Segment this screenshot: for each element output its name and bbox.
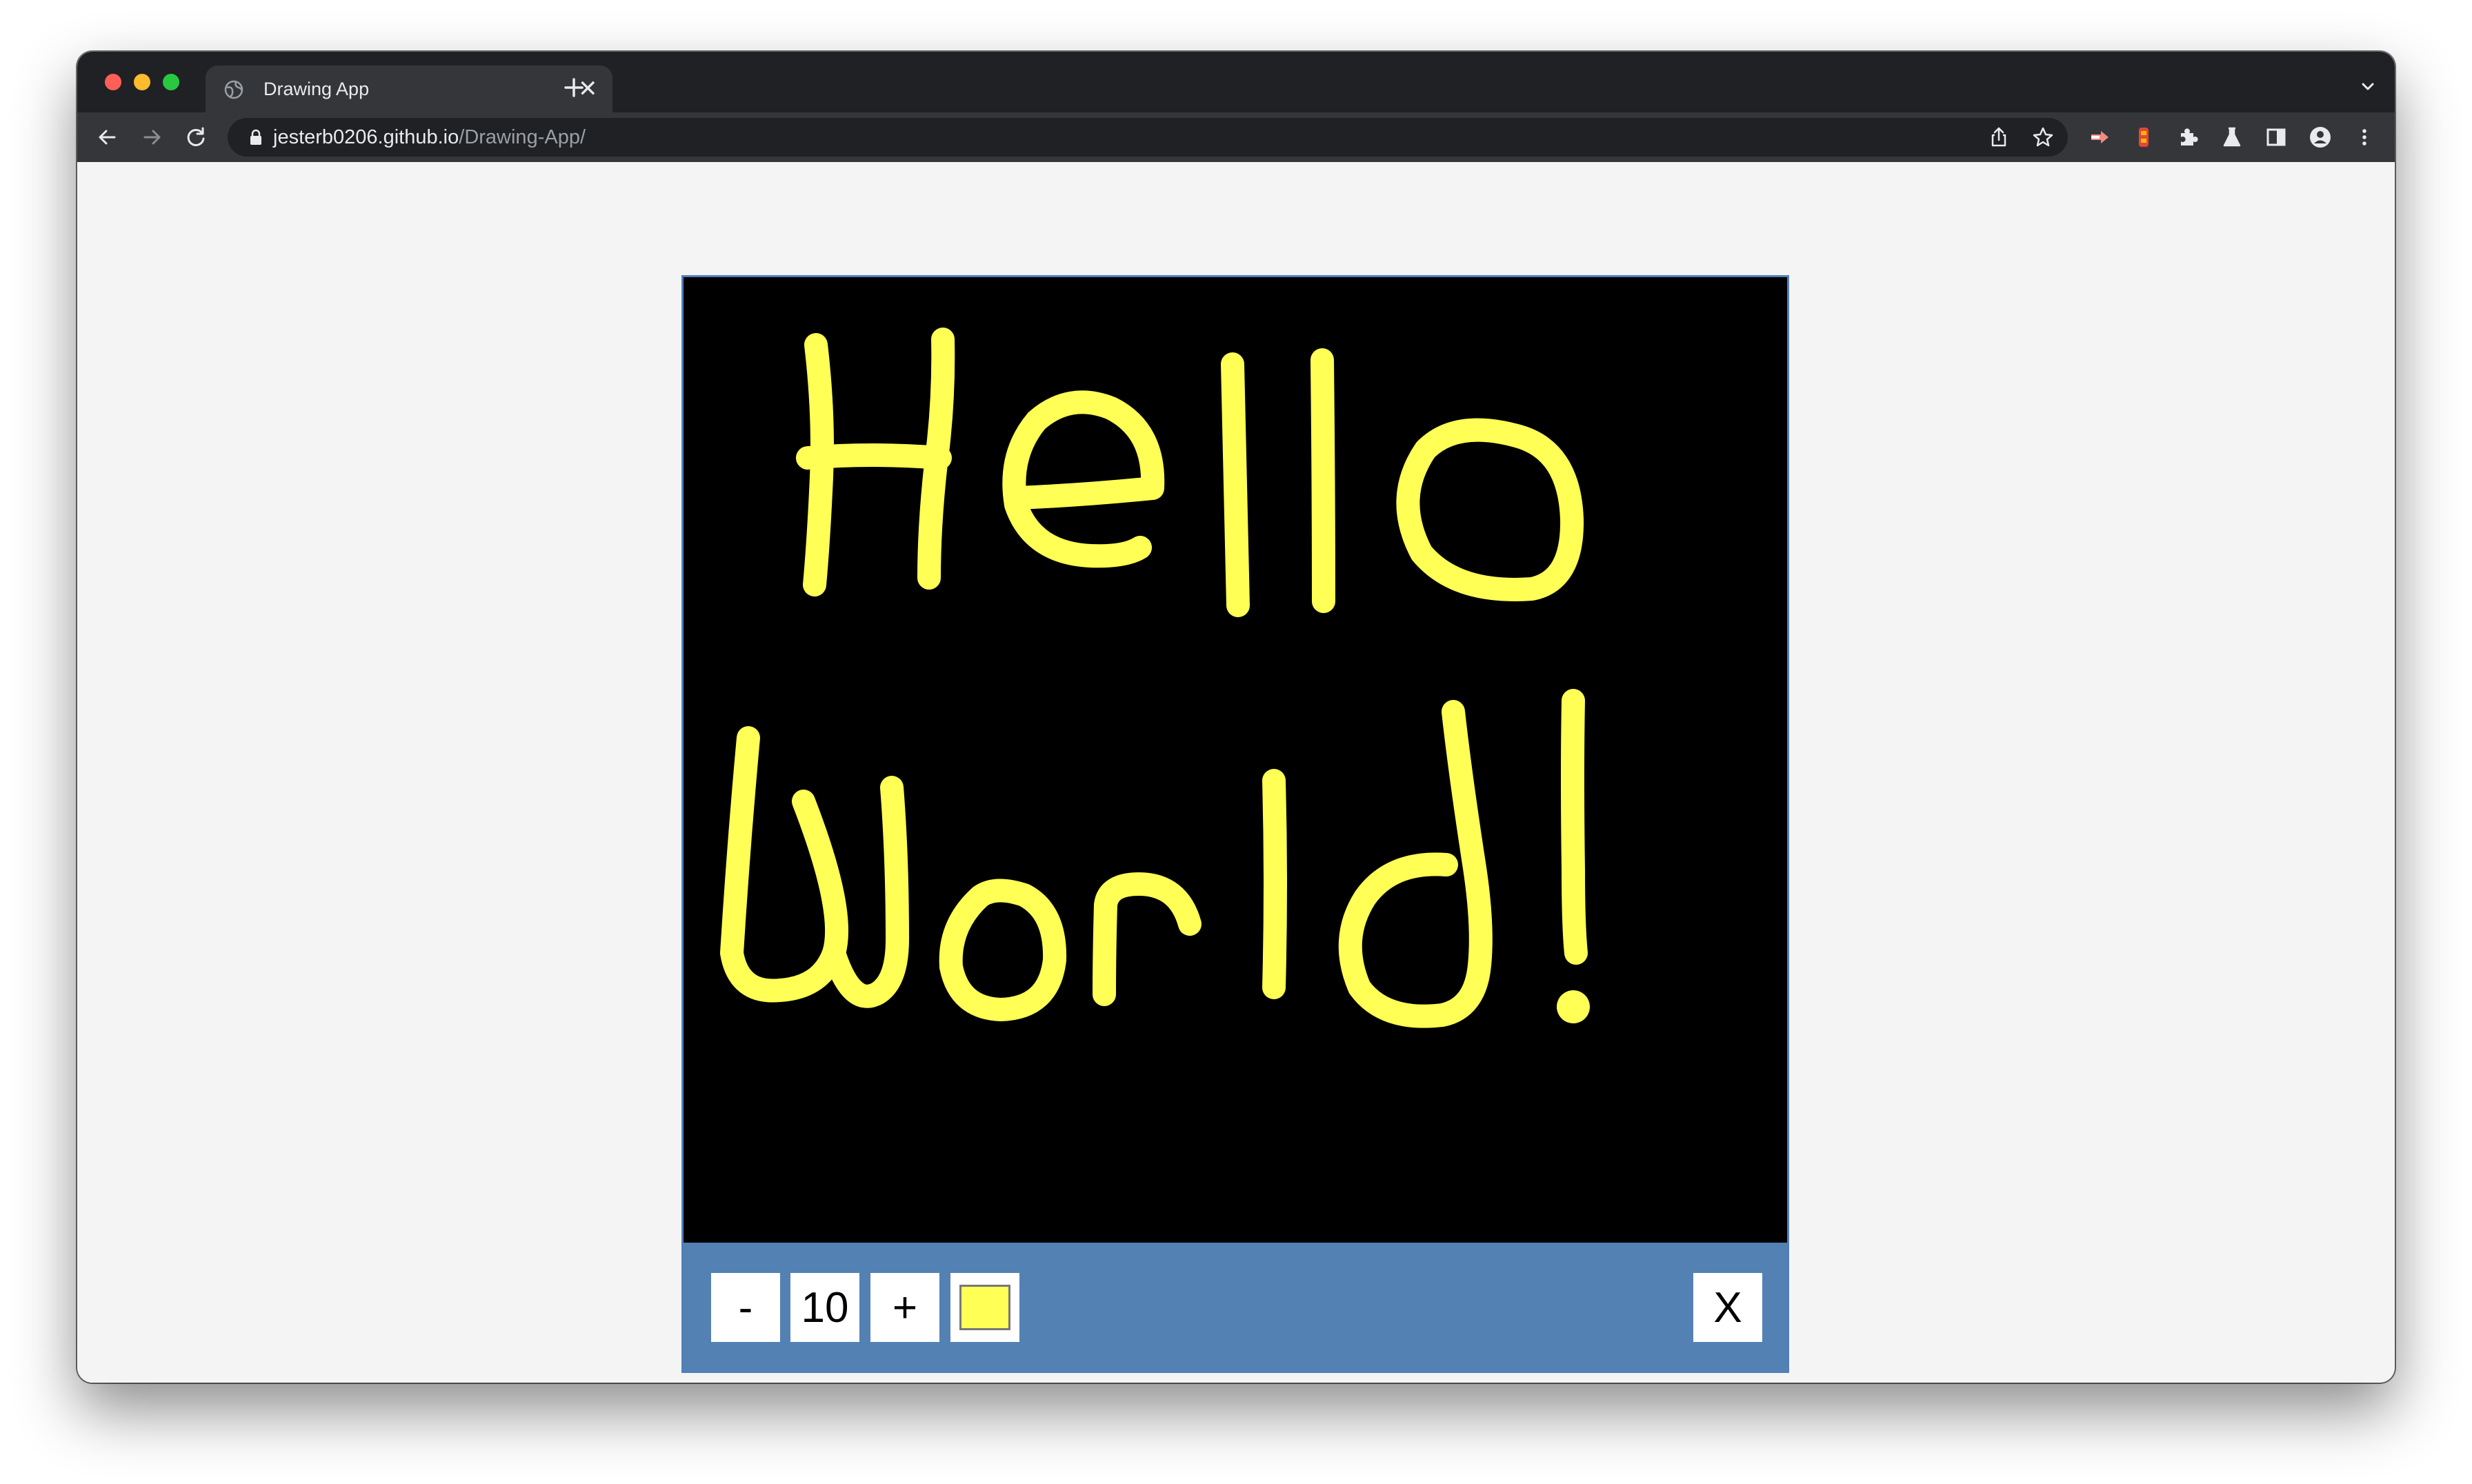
flask-icon[interactable] xyxy=(2220,125,2244,150)
window-minimize-button[interactable] xyxy=(134,74,150,90)
plus-icon[interactable] xyxy=(553,67,595,108)
sidebar-icon[interactable] xyxy=(2264,125,2289,150)
tab-strip: Drawing App ✕ xyxy=(77,52,2395,112)
window-close-button[interactable] xyxy=(105,74,121,90)
extension-icon[interactable] xyxy=(2131,125,2156,150)
url-host: jesterb0206.github.io xyxy=(273,126,459,148)
lock-icon[interactable] xyxy=(247,128,265,147)
decrease-size-button[interactable]: - xyxy=(711,1273,780,1342)
puzzle-icon[interactable] xyxy=(2175,125,2200,150)
url-path: /Drawing-App/ xyxy=(459,126,586,148)
color-swatch xyxy=(959,1285,1010,1330)
forward-arrow-icon[interactable] xyxy=(139,125,164,150)
brush-size-value: 10 xyxy=(790,1273,859,1342)
drawing-canvas[interactable] xyxy=(684,277,1787,1243)
star-icon[interactable] xyxy=(2031,125,2055,150)
browser-toolbar: jesterb0206.github.io/Drawing-App/ xyxy=(77,112,2395,162)
browser-window: Drawing App ✕ jesterb0206.github.io/Draw… xyxy=(77,52,2395,1383)
drawing-app: - 10 + X xyxy=(681,275,1789,1373)
globe-icon xyxy=(224,80,243,99)
url-text[interactable]: jesterb0206.github.io/Drawing-App/ xyxy=(273,126,586,149)
page-content: - 10 + X xyxy=(77,162,2395,1383)
back-arrow-icon[interactable] xyxy=(95,125,120,150)
color-picker[interactable] xyxy=(950,1273,1019,1342)
profile-icon[interactable] xyxy=(2308,125,2333,150)
chevron-down-icon[interactable] xyxy=(2358,77,2378,97)
reload-icon[interactable] xyxy=(183,125,208,150)
clear-button[interactable]: X xyxy=(1693,1273,1762,1342)
tab-title: Drawing App xyxy=(263,79,370,99)
kebab-menu-icon[interactable] xyxy=(2352,125,2377,150)
window-zoom-button[interactable] xyxy=(163,74,179,90)
address-bar[interactable]: jesterb0206.github.io/Drawing-App/ xyxy=(228,118,2068,157)
toolbox: - 10 + X xyxy=(684,1243,1787,1371)
extension-icon[interactable] xyxy=(2087,125,2112,150)
increase-size-button[interactable]: + xyxy=(870,1273,939,1342)
tab-drawing-app[interactable]: Drawing App ✕ xyxy=(206,66,612,112)
share-icon[interactable] xyxy=(1986,125,2011,150)
